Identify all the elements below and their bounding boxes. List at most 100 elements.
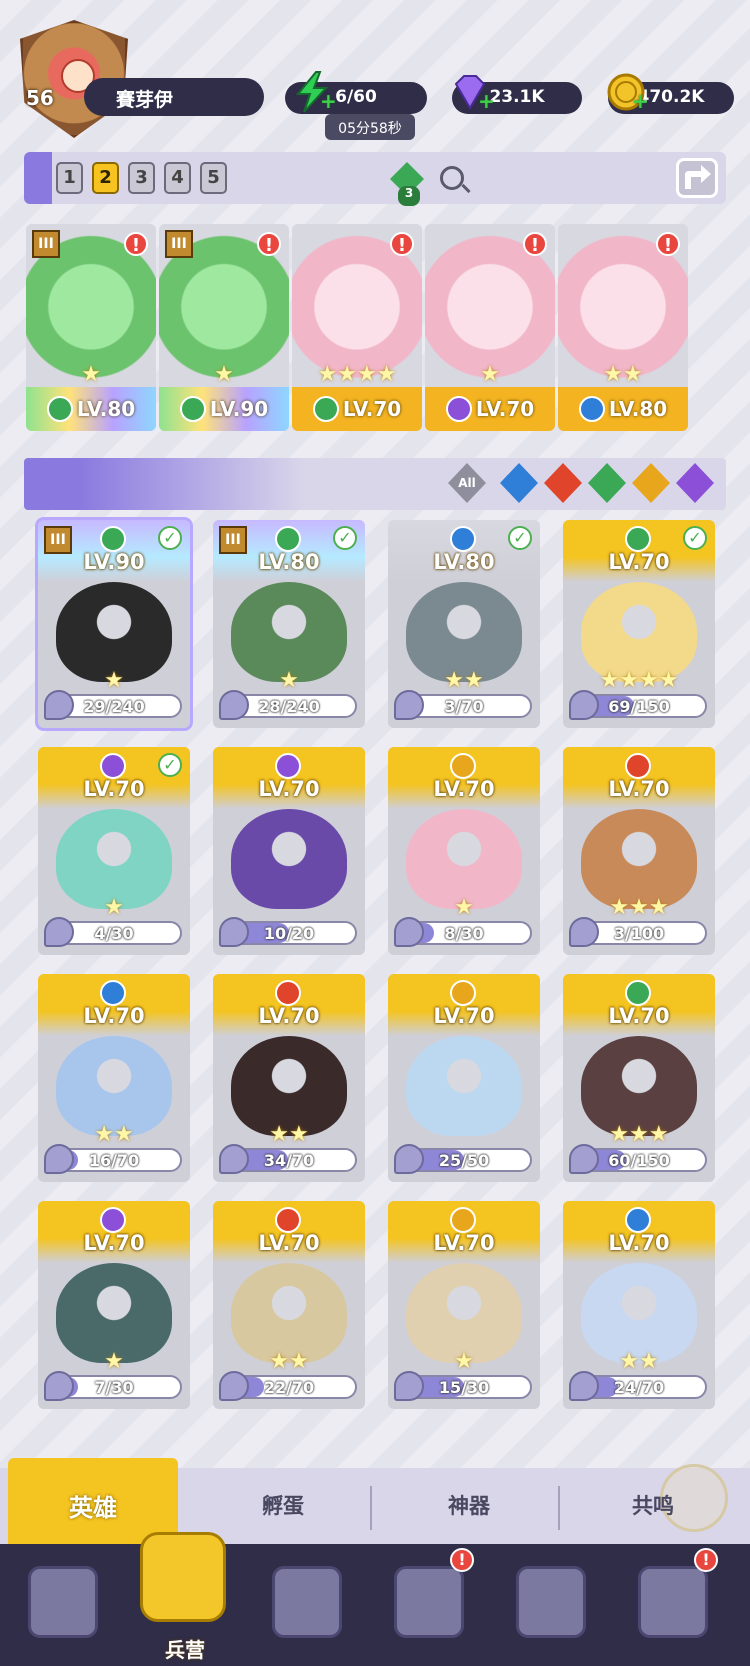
hero-card[interactable]: ✓ LV.70 ★ 4/30 bbox=[38, 747, 190, 955]
star-rating: ★ bbox=[480, 362, 500, 387]
hero-level: LV.70 bbox=[83, 777, 145, 801]
hero-card[interactable]: LV.70 ★ 7/30 bbox=[38, 1201, 190, 1409]
team-tab-3[interactable]: 3 bbox=[128, 162, 155, 194]
nav-banner[interactable]: ! bbox=[628, 1548, 718, 1650]
add-energy-button[interactable]: + bbox=[320, 91, 338, 111]
shard-count: 3/70 bbox=[444, 697, 484, 716]
hero-portrait bbox=[406, 1263, 522, 1363]
shard-count: 15/30 bbox=[438, 1378, 490, 1397]
map-icon bbox=[272, 1566, 342, 1638]
element-icon bbox=[625, 753, 651, 779]
hero-card[interactable]: LV.70 25/50 bbox=[388, 974, 540, 1182]
checkmark-icon: ✓ bbox=[333, 526, 357, 550]
alert-icon: ! bbox=[257, 232, 281, 256]
hero-card[interactable]: LV.70 ★★★ 60/150 bbox=[563, 974, 715, 1182]
subtab-2[interactable]: 孵蛋 bbox=[198, 1490, 368, 1520]
tab-divider bbox=[370, 1486, 372, 1530]
hero-level: LV.80 bbox=[608, 397, 668, 421]
shard-count: 16/70 bbox=[88, 1151, 140, 1170]
shard-progress-bar: 3/70 bbox=[394, 690, 532, 720]
hero-card[interactable]: LV.70 ★★ 34/70 bbox=[213, 974, 365, 1182]
search-icon[interactable] bbox=[440, 166, 464, 190]
hero-card[interactable]: LV.70 ★ 8/30 bbox=[388, 747, 540, 955]
hero-level-footer: LV.90 bbox=[159, 387, 289, 431]
shard-count: 34/70 bbox=[263, 1151, 315, 1170]
hero-card[interactable]: III ✓ LV.80 ★ 28/240 bbox=[213, 520, 365, 728]
team-slot-5[interactable]: ! ★★ LV.80 bbox=[558, 224, 688, 431]
nav-castle[interactable]: ! bbox=[384, 1548, 474, 1650]
shard-count: 24/70 bbox=[613, 1378, 665, 1397]
hero-portrait bbox=[581, 1036, 697, 1136]
hero-card[interactable]: ✓ LV.70 ★★★★ 69/150 bbox=[563, 520, 715, 728]
hero-portrait bbox=[56, 582, 172, 682]
hero-card[interactable]: LV.70 ★★ 24/70 bbox=[563, 1201, 715, 1409]
element-icon bbox=[450, 526, 476, 552]
element-icon bbox=[100, 1207, 126, 1233]
share-icon bbox=[685, 165, 711, 189]
hero-level: LV.70 bbox=[258, 1004, 320, 1028]
team-tab-1[interactable]: 1 bbox=[56, 162, 83, 194]
hero-portrait bbox=[406, 582, 522, 682]
shard-count: 10/20 bbox=[263, 924, 315, 943]
hero-card[interactable]: LV.70 10/20 bbox=[213, 747, 365, 955]
hero-card[interactable]: LV.70 ★★★ 3/100 bbox=[563, 747, 715, 955]
subtab-3[interactable]: 神器 bbox=[384, 1490, 554, 1520]
subtab-4[interactable]: 共鸣 bbox=[568, 1490, 738, 1520]
element-icon bbox=[450, 1207, 476, 1233]
subtab-1[interactable]: 英雄 bbox=[8, 1458, 178, 1544]
hero-level: LV.70 bbox=[608, 777, 670, 801]
team-slot-1[interactable]: III! ★ LV.80 bbox=[26, 224, 156, 431]
nav-map[interactable] bbox=[262, 1560, 352, 1650]
nav-barracks[interactable]: 兵营 bbox=[140, 1532, 230, 1662]
hero-level: LV.70 bbox=[475, 397, 535, 421]
shard-count: 25/50 bbox=[438, 1151, 490, 1170]
alert-icon: ! bbox=[656, 232, 680, 256]
hero-level: LV.80 bbox=[433, 550, 495, 574]
nav-cards[interactable] bbox=[18, 1560, 108, 1650]
element-icon bbox=[312, 395, 339, 422]
shard-count: 22/70 bbox=[263, 1378, 315, 1397]
player-name: 賽芽伊 bbox=[84, 78, 264, 116]
hero-level: LV.70 bbox=[433, 777, 495, 801]
element-icon bbox=[450, 980, 476, 1006]
element-icon bbox=[625, 526, 651, 552]
cards-icon bbox=[28, 1566, 98, 1638]
hero-card[interactable]: LV.70 ★★ 16/70 bbox=[38, 974, 190, 1182]
shard-progress-bar: 60/150 bbox=[569, 1144, 707, 1174]
hero-level: LV.80 bbox=[258, 550, 320, 574]
star-rating: ★ bbox=[81, 362, 101, 387]
hero-level: LV.80 bbox=[76, 397, 136, 421]
rank-badge: III bbox=[165, 230, 193, 258]
team-slot-4[interactable]: ! ★ LV.70 bbox=[425, 224, 555, 431]
hero-portrait bbox=[581, 582, 697, 682]
hero-portrait bbox=[231, 1263, 347, 1363]
add-coins-button[interactable]: + bbox=[632, 91, 650, 111]
element-icon bbox=[445, 395, 472, 422]
hero-card[interactable]: III ✓ LV.90 ★ 29/240 bbox=[38, 520, 190, 728]
element-icon bbox=[275, 980, 301, 1006]
share-button[interactable] bbox=[676, 158, 718, 198]
shard-progress-bar: 15/30 bbox=[394, 1371, 532, 1401]
team-slot-2[interactable]: III! ★ LV.90 bbox=[159, 224, 289, 431]
nav-mushroom-house[interactable] bbox=[506, 1560, 596, 1650]
energy-timer: 05分58秒 bbox=[325, 114, 415, 140]
element-icon bbox=[100, 753, 126, 779]
shard-progress-bar: 29/240 bbox=[44, 690, 182, 720]
shard-count: 29/240 bbox=[83, 697, 145, 716]
hero-portrait bbox=[406, 1036, 522, 1136]
hero-card[interactable]: ✓ LV.80 ★★ 3/70 bbox=[388, 520, 540, 728]
team-tab-2[interactable]: 2 bbox=[92, 162, 119, 194]
team-tab-5[interactable]: 5 bbox=[200, 162, 227, 194]
shard-progress-bar: 22/70 bbox=[219, 1371, 357, 1401]
nav-label: 兵营 bbox=[165, 1638, 205, 1662]
hero-portrait bbox=[56, 809, 172, 909]
element-icon bbox=[275, 526, 301, 552]
team-tab-4[interactable]: 4 bbox=[164, 162, 191, 194]
mushroom-house-icon bbox=[516, 1566, 586, 1638]
hero-card[interactable]: LV.70 ★★ 22/70 bbox=[213, 1201, 365, 1409]
add-gems-button[interactable]: + bbox=[478, 91, 496, 111]
hero-card[interactable]: LV.70 ★ 15/30 bbox=[388, 1201, 540, 1409]
shard-progress-bar: 28/240 bbox=[219, 690, 357, 720]
shard-progress-bar: 69/150 bbox=[569, 690, 707, 720]
team-slot-3[interactable]: ! ★★★★ LV.70 bbox=[292, 224, 422, 431]
